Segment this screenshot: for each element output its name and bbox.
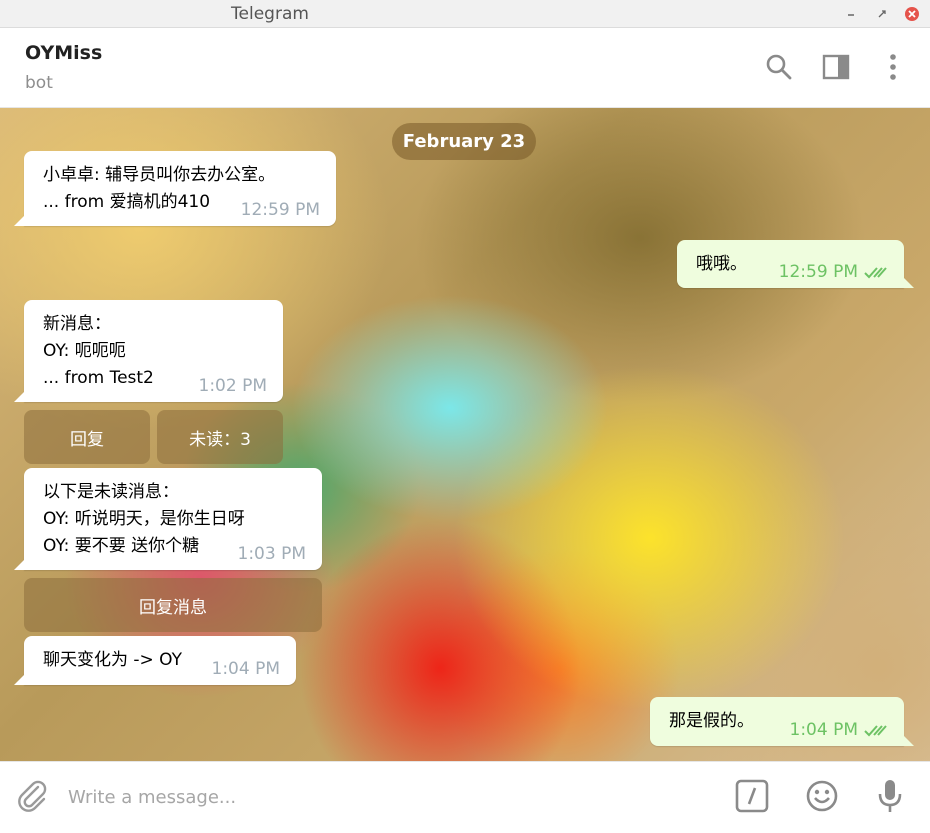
message-bubble-outgoing[interactable]: 哦哦。 12:59 PM	[677, 240, 914, 288]
message-time: 1:02 PM	[198, 376, 268, 396]
microphone-icon[interactable]	[872, 778, 908, 814]
close-icon	[905, 7, 919, 21]
inline-button-reply-message[interactable]: 回复消息	[24, 578, 322, 632]
inline-button-unread[interactable]: 未读：3	[157, 410, 283, 464]
message-bubble-incoming[interactable]: 新消息： OY: 呃呃呃 ... from Test2 1:02 PM	[14, 300, 283, 402]
message-bubble-outgoing[interactable]: 那是假的。 1:04 PM	[650, 697, 914, 746]
search-icon[interactable]	[764, 52, 794, 82]
bot-command-icon[interactable]	[734, 778, 770, 814]
maximize-icon	[878, 10, 886, 18]
double-check-icon	[864, 725, 887, 737]
paperclip-icon[interactable]	[15, 778, 51, 814]
message-time: 12:59 PM	[240, 200, 320, 220]
message-input[interactable]	[66, 776, 710, 818]
double-check-icon	[864, 267, 887, 279]
message-bubble-incoming[interactable]: 聊天变化为 -> OY 1:04 PM	[14, 636, 296, 685]
chat-header: OYMiss bot	[0, 28, 930, 108]
more-vertical-icon[interactable]	[878, 52, 908, 82]
window-titlebar: Telegram	[0, 0, 930, 28]
inline-button-reply[interactable]: 回复	[24, 410, 150, 464]
close-button[interactable]	[903, 5, 921, 23]
message-text-line: OY: 听说明天，是你生日呀	[43, 509, 245, 529]
message-composer	[0, 761, 930, 833]
message-text-line: 新消息：	[43, 314, 111, 334]
message-time: 12:59 PM	[778, 262, 858, 282]
chat-title[interactable]: OYMiss	[25, 42, 102, 64]
message-list[interactable]: February 23 小卓卓: 辅导员叫你去办公室。 ... from 爱搞机…	[0, 108, 930, 761]
window-title: Telegram	[231, 4, 309, 24]
message-bubble-incoming[interactable]: 以下是未读消息： OY: 听说明天，是你生日呀 OY: 要不要 送你个糖 1:0…	[14, 468, 322, 570]
chat-status: bot	[25, 73, 53, 93]
message-text-line: OY: 呃呃呃	[43, 341, 126, 361]
maximize-button[interactable]	[873, 5, 891, 23]
minimize-icon	[848, 14, 854, 16]
emoji-icon[interactable]	[804, 778, 840, 814]
message-bubble-incoming[interactable]: 小卓卓: 辅导员叫你去办公室。 ... from 爱搞机的410 12:59 P…	[14, 151, 336, 226]
message-time: 1:04 PM	[211, 659, 281, 679]
side-panel-icon[interactable]	[821, 52, 851, 82]
message-text-line: 小卓卓: 辅导员叫你去办公室。	[43, 165, 276, 185]
message-text-line: 以下是未读消息：	[43, 482, 179, 502]
message-time: 1:04 PM	[789, 720, 859, 740]
minimize-button[interactable]	[842, 5, 860, 23]
message-time: 1:03 PM	[237, 544, 307, 564]
date-separator: February 23	[392, 123, 536, 160]
